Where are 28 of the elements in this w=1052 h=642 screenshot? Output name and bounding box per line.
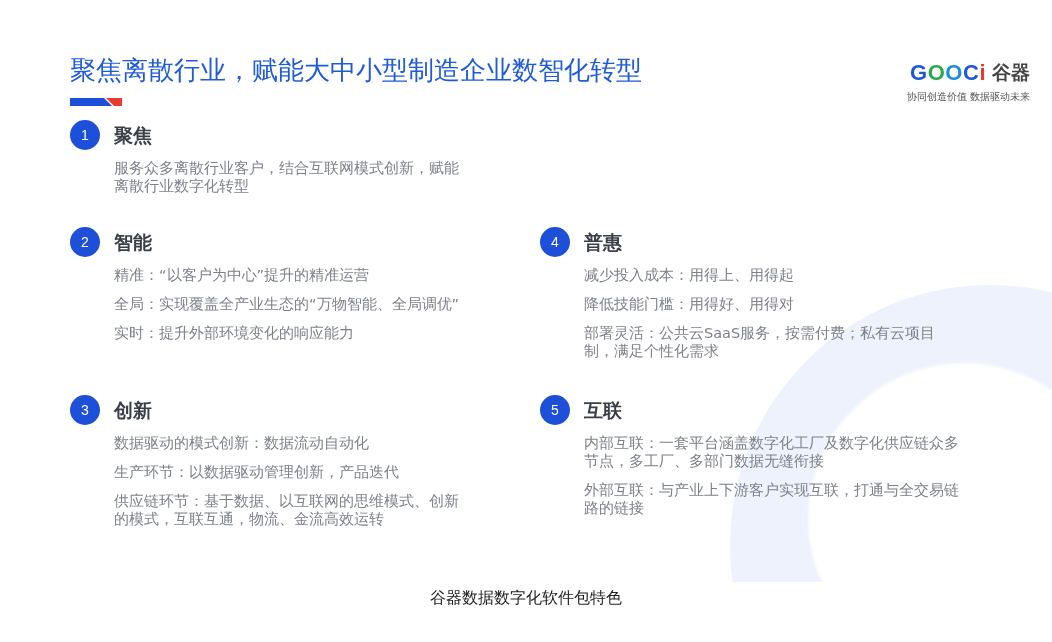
logo-tagline: 协同创造价值 数据驱动未来	[906, 90, 1030, 104]
number-badge: 1	[70, 120, 100, 150]
feature-text: 内部互联：一套平台涵盖数字化工厂及数字化供应链众多节点，多工厂、多部门数据无缝衔接	[584, 434, 960, 470]
number-badge: 3	[70, 395, 100, 425]
feature-text: 外部互联：与产业上下游客户实现互联，打通与全交易链路的链接	[584, 481, 960, 517]
feature-text: 供应链环节：基于数据、以互联网的思维模式、创新的模式，互联互通，物流、金流高效运转	[114, 492, 460, 528]
number-badge: 4	[540, 227, 570, 257]
feature-text: 减少投入成本：用得上、用得起	[584, 266, 795, 284]
slide-title: 聚焦离散行业，赋能大中小型制造企业数智化转型	[70, 54, 642, 87]
logo-name: 谷器	[992, 60, 1030, 85]
feature-text: 数据驱动的模式创新：数据流动自动化	[114, 434, 370, 452]
feature-title: 互联	[584, 398, 623, 423]
feature-title: 智能	[114, 230, 153, 255]
number-badge: 5	[540, 395, 570, 425]
logo-wordmark: GOOCi	[910, 60, 986, 86]
feature-title: 普惠	[584, 230, 623, 255]
feature-text: 生产环节：以数据驱动管理创新，产品迭代	[114, 463, 400, 481]
feature-text: 服务众多离散行业客户，结合互联网模式创新，赋能离散行业数字化转型	[114, 159, 460, 195]
feature-text: 全局：实现覆盖全产业生态的“万物智能、全局调优”	[114, 295, 461, 313]
feature-title: 聚焦	[114, 123, 153, 148]
accent-bar	[70, 98, 122, 106]
feature-text: 精准：“以客户为中心”提升的精准运营	[114, 266, 371, 284]
feature-text: 实时：提升外部环境变化的响应能力	[114, 324, 355, 342]
feature-text: 降低技能门槛：用得好、用得对	[584, 295, 795, 313]
feature-text: 部署灵活：公共云SaaS服务，按需付费；私有云项目制，满足个性化需求	[584, 324, 937, 360]
number-badge: 2	[70, 227, 100, 257]
feature-title: 创新	[114, 398, 153, 423]
image-caption: 谷器数据数字化软件包特色	[430, 588, 622, 607]
